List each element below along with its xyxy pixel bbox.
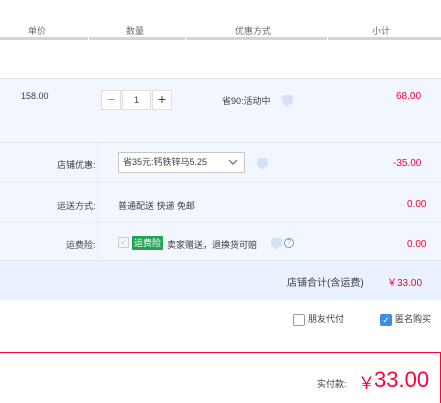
insurance-desc: 卖家赠送，退换货可赔 — [167, 240, 258, 250]
chevron-down-icon — [228, 159, 238, 165]
check-icon: ✓ — [382, 315, 390, 325]
help-icon[interactable]: ? — [284, 238, 294, 248]
item-subtotal: 68.00 — [396, 91, 422, 102]
table-header: 单价 数量 优惠方式 小计 — [0, 0, 441, 40]
store-total-label: 店铺合计(含运费) — [287, 278, 364, 289]
coupon-select[interactable]: 省35元:钙铁锌马5.25 — [118, 152, 245, 173]
shipping-amount: 0.00 — [407, 199, 427, 210]
payment-amount: 33.00 — [374, 367, 430, 392]
anonymous-checkbox[interactable]: ✓ — [380, 314, 392, 326]
order-item-row — [0, 78, 441, 142]
anonymous-label[interactable]: 匿名购买 — [395, 312, 431, 326]
shipping-label: 运送方式: — [57, 201, 96, 211]
header-quantity: 数量 — [126, 26, 145, 36]
chat-bubble-icon[interactable] — [257, 158, 268, 170]
coupon-label: 店铺优惠: — [57, 160, 96, 170]
coupon-amount: -35.00 — [393, 158, 422, 169]
store-total-row — [0, 260, 441, 300]
insurance-label: 运费险: — [66, 240, 96, 250]
header-subtotal: 小计 — [372, 26, 391, 36]
chat-bubble-icon[interactable] — [271, 238, 282, 250]
spacer — [0, 40, 441, 78]
header-discount: 优惠方式 — [235, 26, 272, 36]
payment-currency: ￥ — [358, 374, 375, 393]
payment-label: 实付款: — [317, 379, 347, 389]
store-total-value: ￥33.00 — [387, 278, 423, 289]
quantity-plus-button[interactable]: + — [152, 90, 172, 110]
item-promo: 省90:活动中 — [222, 96, 271, 106]
quantity-input[interactable]: 1 — [122, 90, 151, 110]
row-divider — [0, 222, 441, 223]
insurance-checkbox: ✓ — [118, 237, 129, 248]
store-vertical-divider — [97, 143, 98, 260]
insurance-amount: 0.00 — [407, 239, 427, 250]
row-divider — [0, 182, 441, 183]
chat-bubble-icon[interactable] — [282, 95, 293, 107]
insurance-tag: 运费险 — [132, 236, 164, 250]
shipping-value: 普通配送 快递 免邮 — [118, 201, 196, 211]
friend-pay-checkbox[interactable] — [293, 314, 305, 326]
coupon-select-value: 省35元:钙铁锌马5.25 — [123, 157, 208, 167]
quantity-minus-button[interactable]: − — [101, 90, 121, 110]
header-unit-price: 单价 — [28, 26, 47, 36]
friend-pay-label[interactable]: 朋友代付 — [308, 312, 344, 326]
item-price: 158.00 — [21, 91, 49, 101]
